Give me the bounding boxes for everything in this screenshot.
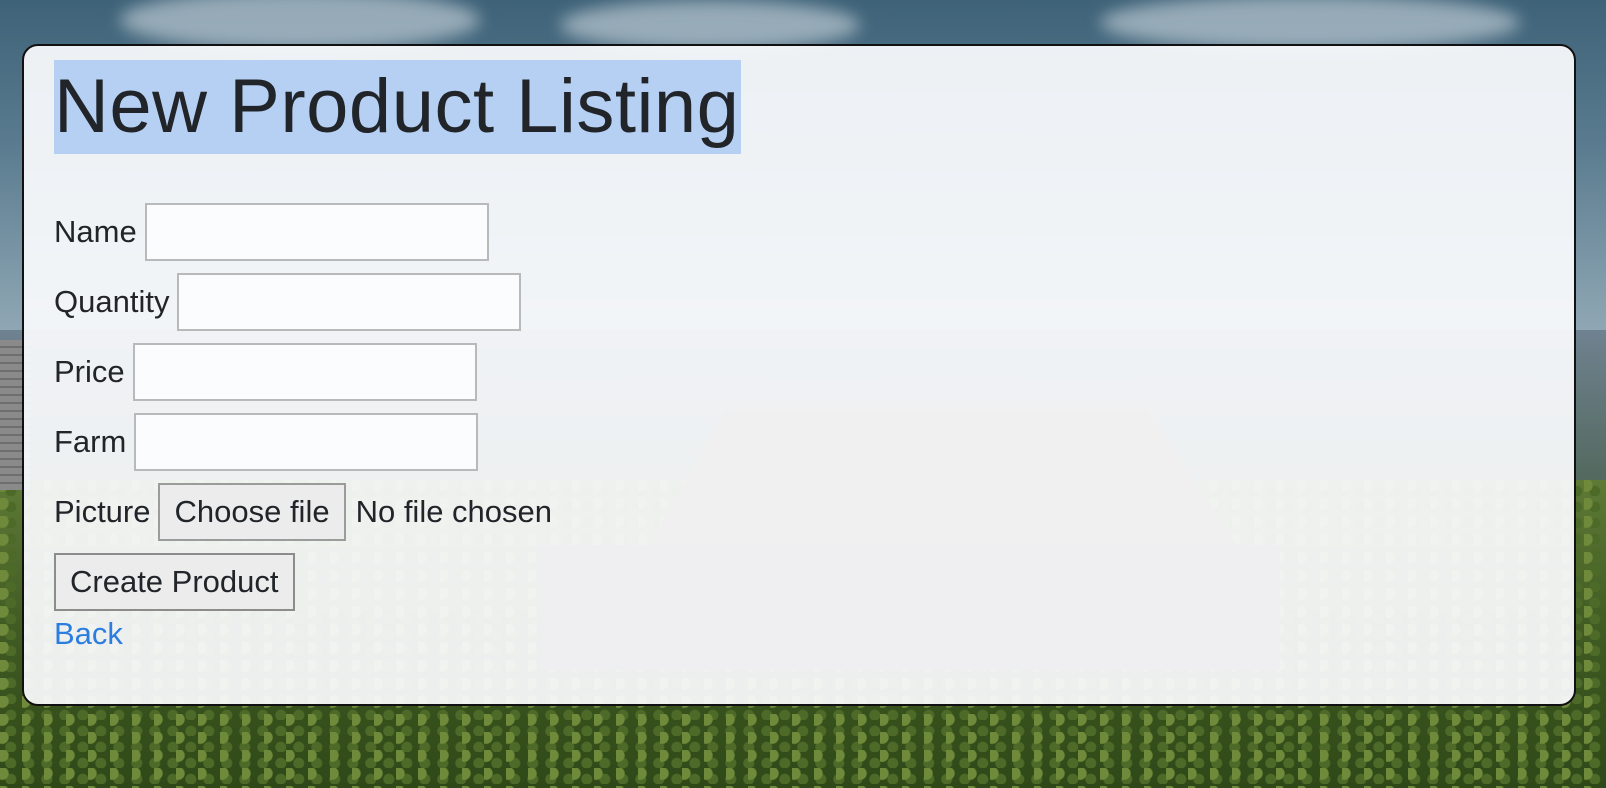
- cloud: [560, 0, 860, 50]
- choose-file-button[interactable]: Choose file: [158, 483, 346, 541]
- quantity-label: Quantity: [54, 284, 170, 319]
- picture-row: Picture Choose file No file chosen: [54, 482, 552, 542]
- name-row: Name: [54, 202, 552, 262]
- new-product-form: Name Quantity Price Farm Picture Choose …: [54, 202, 552, 652]
- quantity-input[interactable]: [177, 273, 522, 331]
- farm-input[interactable]: [134, 413, 479, 471]
- page-title: New Product Listing: [54, 60, 742, 154]
- product-form-card: New Product Listing Name Quantity Price …: [22, 44, 1576, 706]
- price-row: Price: [54, 342, 552, 402]
- picture-label: Picture: [54, 494, 151, 529]
- name-label: Name: [54, 214, 137, 249]
- create-product-button[interactable]: Create Product: [54, 553, 295, 611]
- farm-label: Farm: [54, 424, 127, 459]
- price-label: Price: [54, 354, 125, 389]
- quantity-row: Quantity: [54, 272, 552, 332]
- price-input[interactable]: [132, 343, 477, 401]
- file-status-text: No file chosen: [355, 494, 553, 529]
- farm-row: Farm: [54, 412, 552, 472]
- submit-row: Create Product: [54, 552, 552, 612]
- back-link[interactable]: Back: [54, 616, 123, 652]
- name-input[interactable]: [144, 203, 489, 261]
